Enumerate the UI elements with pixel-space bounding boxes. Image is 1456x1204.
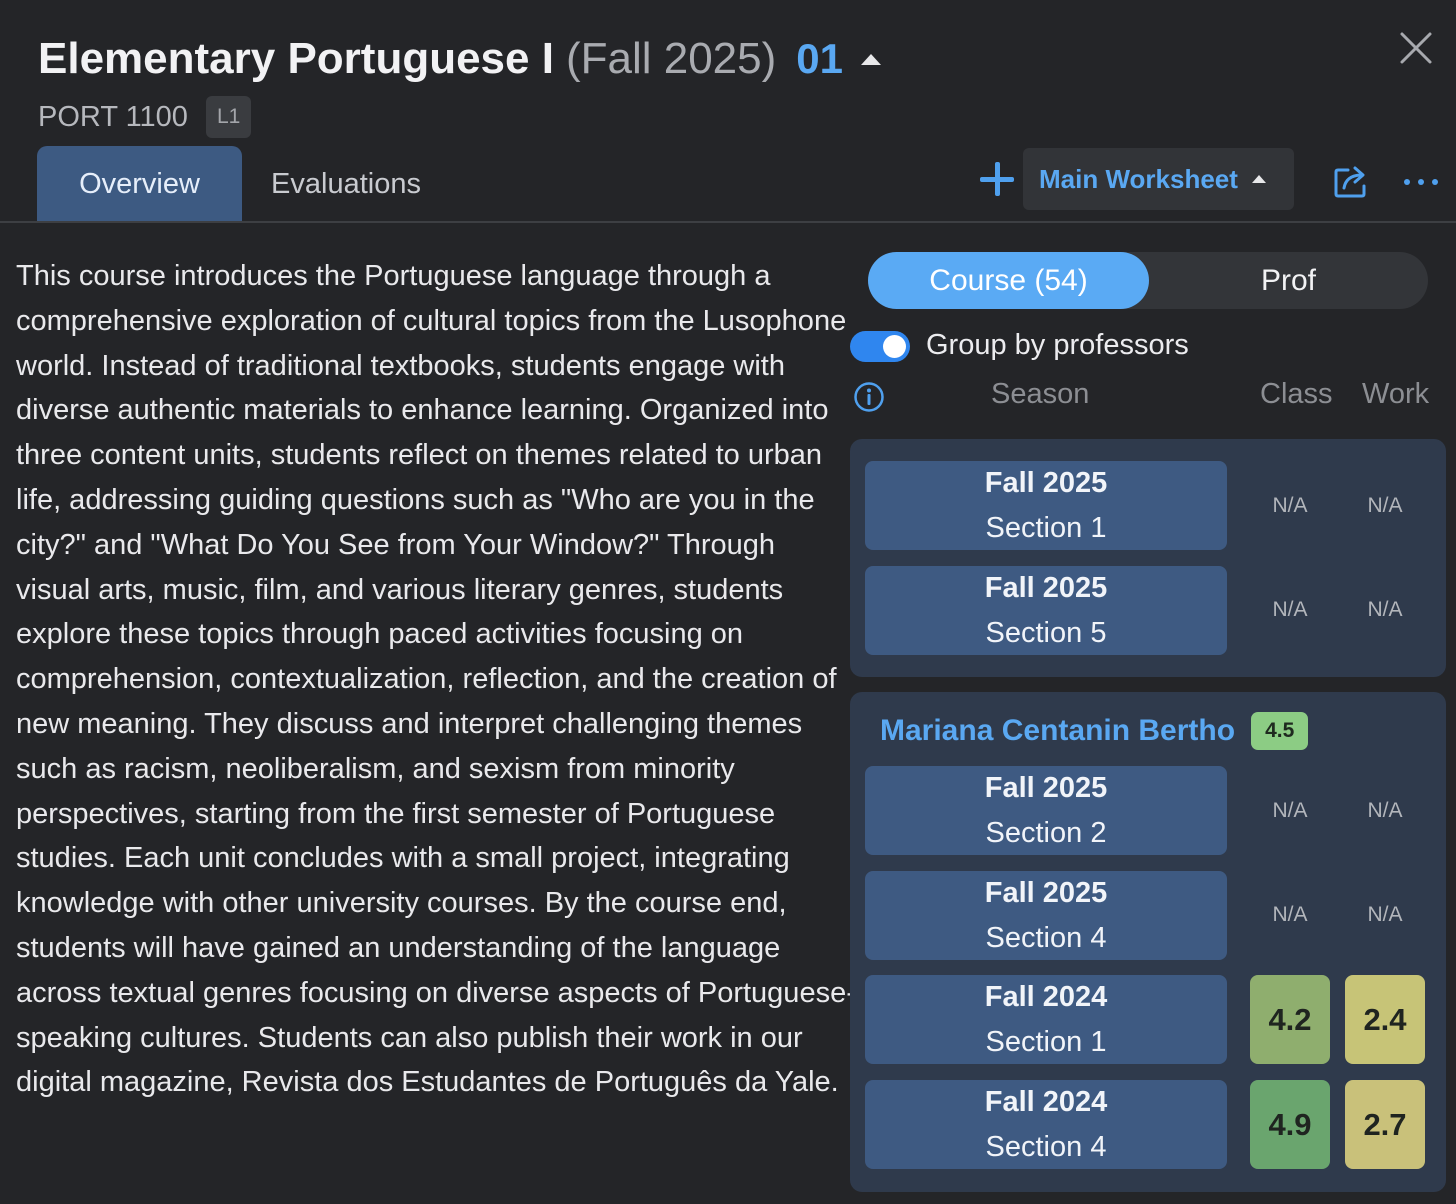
more-dot <box>1418 179 1424 185</box>
worksheet-dropdown[interactable]: Main Worksheet <box>1023 148 1294 210</box>
professor-header: Mariana Centanin Bertho 4.5 <box>880 712 1309 750</box>
toggle-knob <box>883 335 906 358</box>
season-term: Fall 2025 <box>984 571 1108 604</box>
tabs-divider <box>0 221 1456 223</box>
season-term: Fall 2024 <box>984 980 1108 1013</box>
class-rating: N/A <box>1272 903 1308 926</box>
course-term: (Fall 2025) <box>565 34 777 83</box>
ratings-segment-control: Course (54) Prof <box>868 252 1428 309</box>
work-rating: N/A <box>1367 598 1403 621</box>
season-row-button[interactable]: Fall 2025 Section 2 <box>865 766 1227 855</box>
tab-overview[interactable]: Overview <box>37 146 242 222</box>
more-dot <box>1404 179 1410 185</box>
work-rating: N/A <box>1367 494 1403 517</box>
work-rating: N/A <box>1367 799 1403 822</box>
group-by-label: Group by professors <box>926 329 1189 361</box>
season-row-button[interactable]: Fall 2025 Section 1 <box>865 461 1227 550</box>
plus-icon[interactable] <box>978 160 1016 198</box>
segment-prof[interactable]: Prof <box>1149 252 1428 309</box>
season-term: Fall 2025 <box>984 466 1108 499</box>
work-rating: 2.4 <box>1345 975 1425 1064</box>
season-term: Fall 2025 <box>984 876 1108 909</box>
course-code: PORT 1100 <box>38 100 188 133</box>
work-rating: N/A <box>1367 903 1403 926</box>
season-row-button[interactable]: Fall 2024 Section 4 <box>865 1080 1227 1169</box>
caret-up-icon <box>1251 175 1266 183</box>
worksheet-label: Main Worksheet <box>1039 163 1238 194</box>
section-number[interactable]: 01 <box>796 35 843 83</box>
class-rating: N/A <box>1272 494 1308 517</box>
class-rating: N/A <box>1272 799 1308 822</box>
season-section: Section 2 <box>985 816 1107 849</box>
column-header-class[interactable]: Class <box>1260 378 1333 411</box>
season-section: Section 5 <box>985 616 1107 649</box>
course-description: This course introduces the Portuguese la… <box>16 260 856 1099</box>
course-subtitle: PORT 1100 L1 <box>38 96 252 138</box>
tab-evaluations[interactable]: Evaluations <box>248 146 444 222</box>
season-section: Section 1 <box>985 511 1107 544</box>
share-icon[interactable] <box>1332 162 1372 200</box>
group-by-professors-toggle[interactable] <box>850 331 910 362</box>
season-row-button[interactable]: Fall 2025 Section 5 <box>865 566 1227 655</box>
professor-rating-badge: 4.5 <box>1251 712 1309 750</box>
season-section: Section 4 <box>985 921 1107 954</box>
course-modal: Elementary Portuguese I (Fall 2025) 01 P… <box>0 0 1456 1204</box>
professor-name[interactable]: Mariana Centanin Bertho <box>880 714 1235 748</box>
close-icon[interactable] <box>1396 28 1436 68</box>
info-icon[interactable] <box>853 381 885 413</box>
column-header-season[interactable]: Season <box>991 378 1089 411</box>
season-section: Section 4 <box>985 1130 1107 1163</box>
class-rating: N/A <box>1272 598 1308 621</box>
season-section: Section 1 <box>985 1025 1107 1058</box>
segment-course[interactable]: Course (54) <box>868 252 1149 309</box>
column-header-work[interactable]: Work <box>1362 378 1429 411</box>
season-term: Fall 2024 <box>984 1085 1108 1118</box>
more-dot <box>1432 179 1438 185</box>
class-rating: 4.2 <box>1250 975 1330 1064</box>
class-rating: 4.9 <box>1250 1080 1330 1169</box>
modal-title: Elementary Portuguese I (Fall 2025) 01 <box>38 34 881 84</box>
season-row-button[interactable]: Fall 2024 Section 1 <box>865 975 1227 1064</box>
work-rating: 2.7 <box>1345 1080 1425 1169</box>
caret-up-icon[interactable] <box>860 53 881 65</box>
season-term: Fall 2025 <box>984 771 1108 804</box>
more-icon[interactable] <box>1404 174 1438 190</box>
level-badge: L1 <box>205 96 252 138</box>
course-name: Elementary Portuguese I <box>38 34 554 83</box>
season-row-button[interactable]: Fall 2025 Section 4 <box>865 871 1227 960</box>
